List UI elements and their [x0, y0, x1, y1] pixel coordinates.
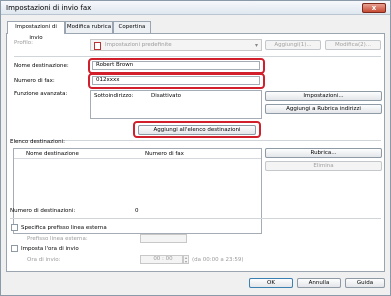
column-header-name: Nome destinazione [26, 151, 79, 157]
advanced-function-box: Sottoindirizzo: Disattivato [90, 90, 262, 119]
outside-line-checkbox-label: Specifica prefisso linea esterna [21, 225, 107, 231]
highlight-add-list-button [133, 121, 261, 138]
spinner-down-icon: ▾ [184, 259, 187, 264]
tab-edit-addressbook[interactable]: Modifica rubrica [65, 21, 113, 33]
send-time-field[interactable]: 00 : 00 [140, 255, 183, 264]
send-time-label: Ora di invio: [27, 257, 61, 263]
cancel-button[interactable]: Annulla [297, 278, 341, 288]
ok-button[interactable]: OK [249, 278, 293, 288]
profile-select[interactable]: Impostazioni predefinite ▾ [90, 39, 262, 51]
column-header-fax: Numero di fax [145, 151, 184, 157]
document-icon [94, 42, 101, 50]
profile-value: Impostazioni predefinite [105, 42, 172, 48]
send-time-checkbox-label: Imposta l'ora di invio [21, 246, 79, 252]
profile-add-button[interactable]: Aggiungi(1)... [265, 40, 321, 50]
divider [10, 218, 381, 219]
close-button[interactable]: x [362, 3, 386, 13]
settings-button[interactable]: Impostazioni... [265, 91, 382, 101]
time-spinner[interactable]: ▴ ▾ [183, 255, 189, 264]
prefix-label: Prefisso linea esterna: [27, 236, 88, 242]
destination-list-label: Elenco destinazioni: [10, 139, 65, 145]
fax-settings-dialog: Impostazioni di invio fax x Impostazioni… [0, 0, 391, 296]
divider [14, 56, 381, 57]
subaddress-value: Disattivato [151, 93, 181, 99]
outside-line-checkbox[interactable] [11, 224, 18, 231]
profile-edit-button[interactable]: Modifica(2)... [325, 40, 381, 50]
highlight-name-field [88, 58, 265, 74]
subaddress-label: Sottoindirizzo: [94, 93, 134, 99]
addressbook-button[interactable]: Rubrica... [265, 148, 382, 158]
advanced-function-label: Funzione avanzata: [14, 91, 68, 97]
destination-count-label: Numero di destinazioni: [10, 208, 76, 214]
tab-cover-sheet[interactable]: Copertina [113, 21, 151, 33]
table-header: Nome destinazione Numero di fax [14, 149, 261, 159]
destination-name-label: Nome destinazione: [14, 63, 69, 69]
delete-button[interactable]: Elimina [265, 161, 382, 171]
fax-number-label: Numero di fax: [14, 78, 55, 84]
tab-send-settings[interactable]: Impostazioni di invio [7, 21, 65, 41]
send-time-checkbox[interactable] [11, 245, 18, 252]
window-title: Impostazioni di invio fax [6, 4, 92, 12]
add-to-addressbook-button[interactable]: Aggiungi a Rubrica indirizzi [265, 104, 382, 114]
title-bar[interactable]: Impostazioni di invio fax x [1, 1, 390, 15]
close-icon: x [371, 4, 377, 12]
highlight-fax-field [88, 73, 265, 89]
chevron-down-icon: ▾ [254, 42, 258, 49]
tab-panel: Profilo: Impostazioni predefinite ▾ Aggi… [6, 33, 385, 272]
send-time-range-hint: (da 00:00 a 23:59) [192, 257, 244, 263]
divider [14, 140, 381, 141]
prefix-field[interactable] [140, 234, 187, 243]
destination-count-value: 0 [135, 208, 139, 214]
destination-list-table[interactable]: Nome destinazione Numero di fax [13, 148, 262, 234]
help-button[interactable]: Guida [345, 278, 385, 288]
